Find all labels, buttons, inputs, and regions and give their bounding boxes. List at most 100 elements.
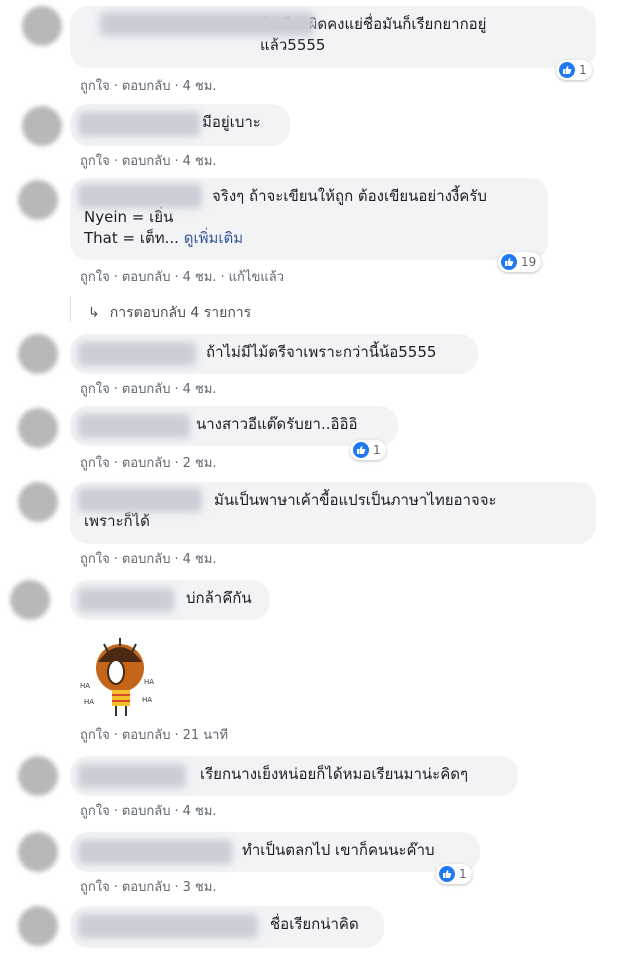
commenter-name-redacted[interactable] — [78, 764, 186, 788]
comment-actions: ถูกใจ · ตอบกลับ · 2 ชม. — [80, 452, 217, 473]
laughing-sticker[interactable]: HA HA HA HA — [76, 624, 166, 720]
separator: · — [113, 880, 118, 895]
like-link[interactable]: ถูกใจ — [80, 552, 110, 567]
comment-bubble: ถ้าไม่มีไม้ตรีจาเพราะกว่านี้น้อ5555 — [70, 334, 478, 374]
separator: · — [174, 804, 179, 819]
like-link[interactable]: ถูกใจ — [80, 456, 110, 471]
separator: · — [113, 382, 118, 397]
reply-link[interactable]: ตอบกลับ — [122, 270, 171, 285]
reply-link[interactable]: ตอบกลับ — [122, 880, 171, 895]
like-link[interactable]: ถูกใจ — [80, 728, 110, 743]
separator: · — [174, 552, 179, 567]
avatar[interactable] — [18, 832, 58, 872]
comment-text-line2: Nyein = เยิ่น — [84, 208, 174, 226]
separator: · — [174, 880, 179, 895]
commenter-name-redacted[interactable] — [78, 488, 202, 512]
timestamp[interactable]: 4 ชม. — [183, 552, 217, 567]
separator: · — [113, 804, 118, 819]
commenter-name-redacted[interactable] — [78, 112, 200, 136]
reply-link[interactable]: ตอบกลับ — [122, 154, 171, 169]
reaction-number: 1 — [459, 867, 467, 881]
reply-link[interactable]: ตอบกลับ — [122, 552, 171, 567]
reaction-number: 1 — [373, 443, 381, 457]
avatar[interactable] — [18, 180, 58, 220]
see-more-link[interactable]: ดูเพิ่มเติม — [184, 229, 243, 247]
like-link[interactable]: ถูกใจ — [80, 804, 110, 819]
avatar[interactable] — [22, 106, 62, 146]
timestamp[interactable]: 4 ชม. — [183, 79, 217, 94]
separator: · — [113, 154, 118, 169]
reaction-count[interactable]: 1 — [556, 60, 592, 80]
comment-actions: ถูกใจ · ตอบกลับ · 4 ชม. — [80, 378, 217, 399]
sticker-ha-4: HA — [142, 696, 152, 704]
reply-link[interactable]: ตอบกลับ — [122, 456, 171, 471]
comment-actions: ถูกใจ · ตอบกลับ · 4 ชม. · แก้ไขแล้ว — [80, 266, 284, 287]
separator: · — [174, 456, 179, 471]
avatar[interactable] — [18, 408, 58, 448]
separator: · — [174, 728, 179, 743]
reply-arrow-icon: ↳ — [88, 305, 100, 321]
comment-bubble: เรียกนางเย็งหน่อยก็ได้หมอเรียนมาน่ะคิดๆ — [70, 756, 518, 796]
comment-bubble: มันเป็นพาษาเค้าขื้อแปรเป็นภาษาไทยอาจจะ เ… — [70, 482, 596, 544]
comment-bubble: นางสาวอีแต๊ดรับยา..อิอิอิ — [70, 406, 398, 446]
timestamp[interactable]: 4 ชม. — [183, 270, 217, 285]
separator: · — [220, 270, 225, 285]
reply-link[interactable]: ตอบกลับ — [122, 79, 171, 94]
commenter-name-redacted[interactable] — [78, 184, 202, 208]
like-reaction-icon — [439, 866, 455, 882]
avatar[interactable] — [18, 334, 58, 374]
sticker-ha-1: HA — [80, 682, 90, 690]
commenter-name-redacted[interactable] — [78, 342, 196, 366]
reply-link[interactable]: ตอบกลับ — [122, 382, 171, 397]
commenter-name-redacted[interactable] — [78, 914, 258, 938]
separator: · — [113, 270, 118, 285]
comment-bubble: บ่กล้าคึกัน — [70, 580, 270, 620]
comment-text-truncated: That = เต็ท... — [84, 229, 179, 247]
comment-bubble: ชื่อเรียกน่าคิด — [70, 906, 384, 948]
like-reaction-icon — [501, 254, 517, 270]
timestamp[interactable]: 21 นาที — [183, 728, 228, 743]
avatar[interactable] — [18, 482, 58, 522]
reaction-count[interactable]: 1 — [436, 864, 472, 884]
comment-bubble: ทำเป็นตลกไป เขาก็คนนะค๊าบ — [70, 832, 480, 872]
view-replies-link[interactable]: ↳ การตอบกลับ 4 รายการ — [88, 302, 251, 324]
like-link[interactable]: ถูกใจ — [80, 270, 110, 285]
commenter-name-redacted[interactable] — [78, 840, 232, 864]
reaction-count[interactable]: 1 — [350, 440, 386, 460]
separator: · — [113, 456, 118, 471]
avatar[interactable] — [22, 6, 62, 46]
commenter-name-redacted[interactable] — [100, 12, 314, 36]
like-link[interactable]: ถูกใจ — [80, 880, 110, 895]
separator: · — [174, 154, 179, 169]
like-reaction-icon — [559, 62, 575, 78]
timestamp[interactable]: 4 ชม. — [183, 804, 217, 819]
like-link[interactable]: ถูกใจ — [80, 154, 110, 169]
sticker-ha-2: HA — [144, 678, 154, 686]
timestamp[interactable]: 3 ชม. — [183, 880, 217, 895]
like-link[interactable]: ถูกใจ — [80, 79, 110, 94]
commenter-name-redacted[interactable] — [78, 588, 174, 612]
timestamp[interactable]: 2 ชม. — [183, 456, 217, 471]
commenter-name-redacted[interactable] — [78, 414, 190, 438]
timestamp[interactable]: 4 ชม. — [183, 154, 217, 169]
reaction-number: 19 — [521, 255, 537, 269]
separator: · — [113, 79, 118, 94]
reply-link[interactable]: ตอบกลับ — [122, 804, 171, 819]
comment-actions: ถูกใจ · ตอบกลับ · 21 นาที — [80, 724, 228, 745]
like-reaction-icon — [353, 442, 369, 458]
reaction-count[interactable]: 19 — [498, 252, 542, 272]
avatar[interactable] — [10, 580, 50, 620]
separator: · — [174, 382, 179, 397]
thread-line — [70, 296, 71, 322]
reply-link[interactable]: ตอบกลับ — [122, 728, 171, 743]
separator: · — [113, 552, 118, 567]
avatar[interactable] — [18, 756, 58, 796]
comment-actions: ถูกใจ · ตอบกลับ · 4 ชม. — [80, 150, 217, 171]
like-link[interactable]: ถูกใจ — [80, 382, 110, 397]
avatar[interactable] — [18, 906, 58, 946]
timestamp[interactable]: 4 ชม. — [183, 382, 217, 397]
comment-bubble: มีอยู่เบาะ — [70, 104, 290, 146]
comment-bubble: ถ้าเรียกผิดคงแย่ชื่อมันก็เรียกยากอยู่ แล… — [70, 6, 596, 68]
edited-label: แก้ไขแล้ว — [228, 270, 284, 285]
separator: · — [174, 270, 179, 285]
